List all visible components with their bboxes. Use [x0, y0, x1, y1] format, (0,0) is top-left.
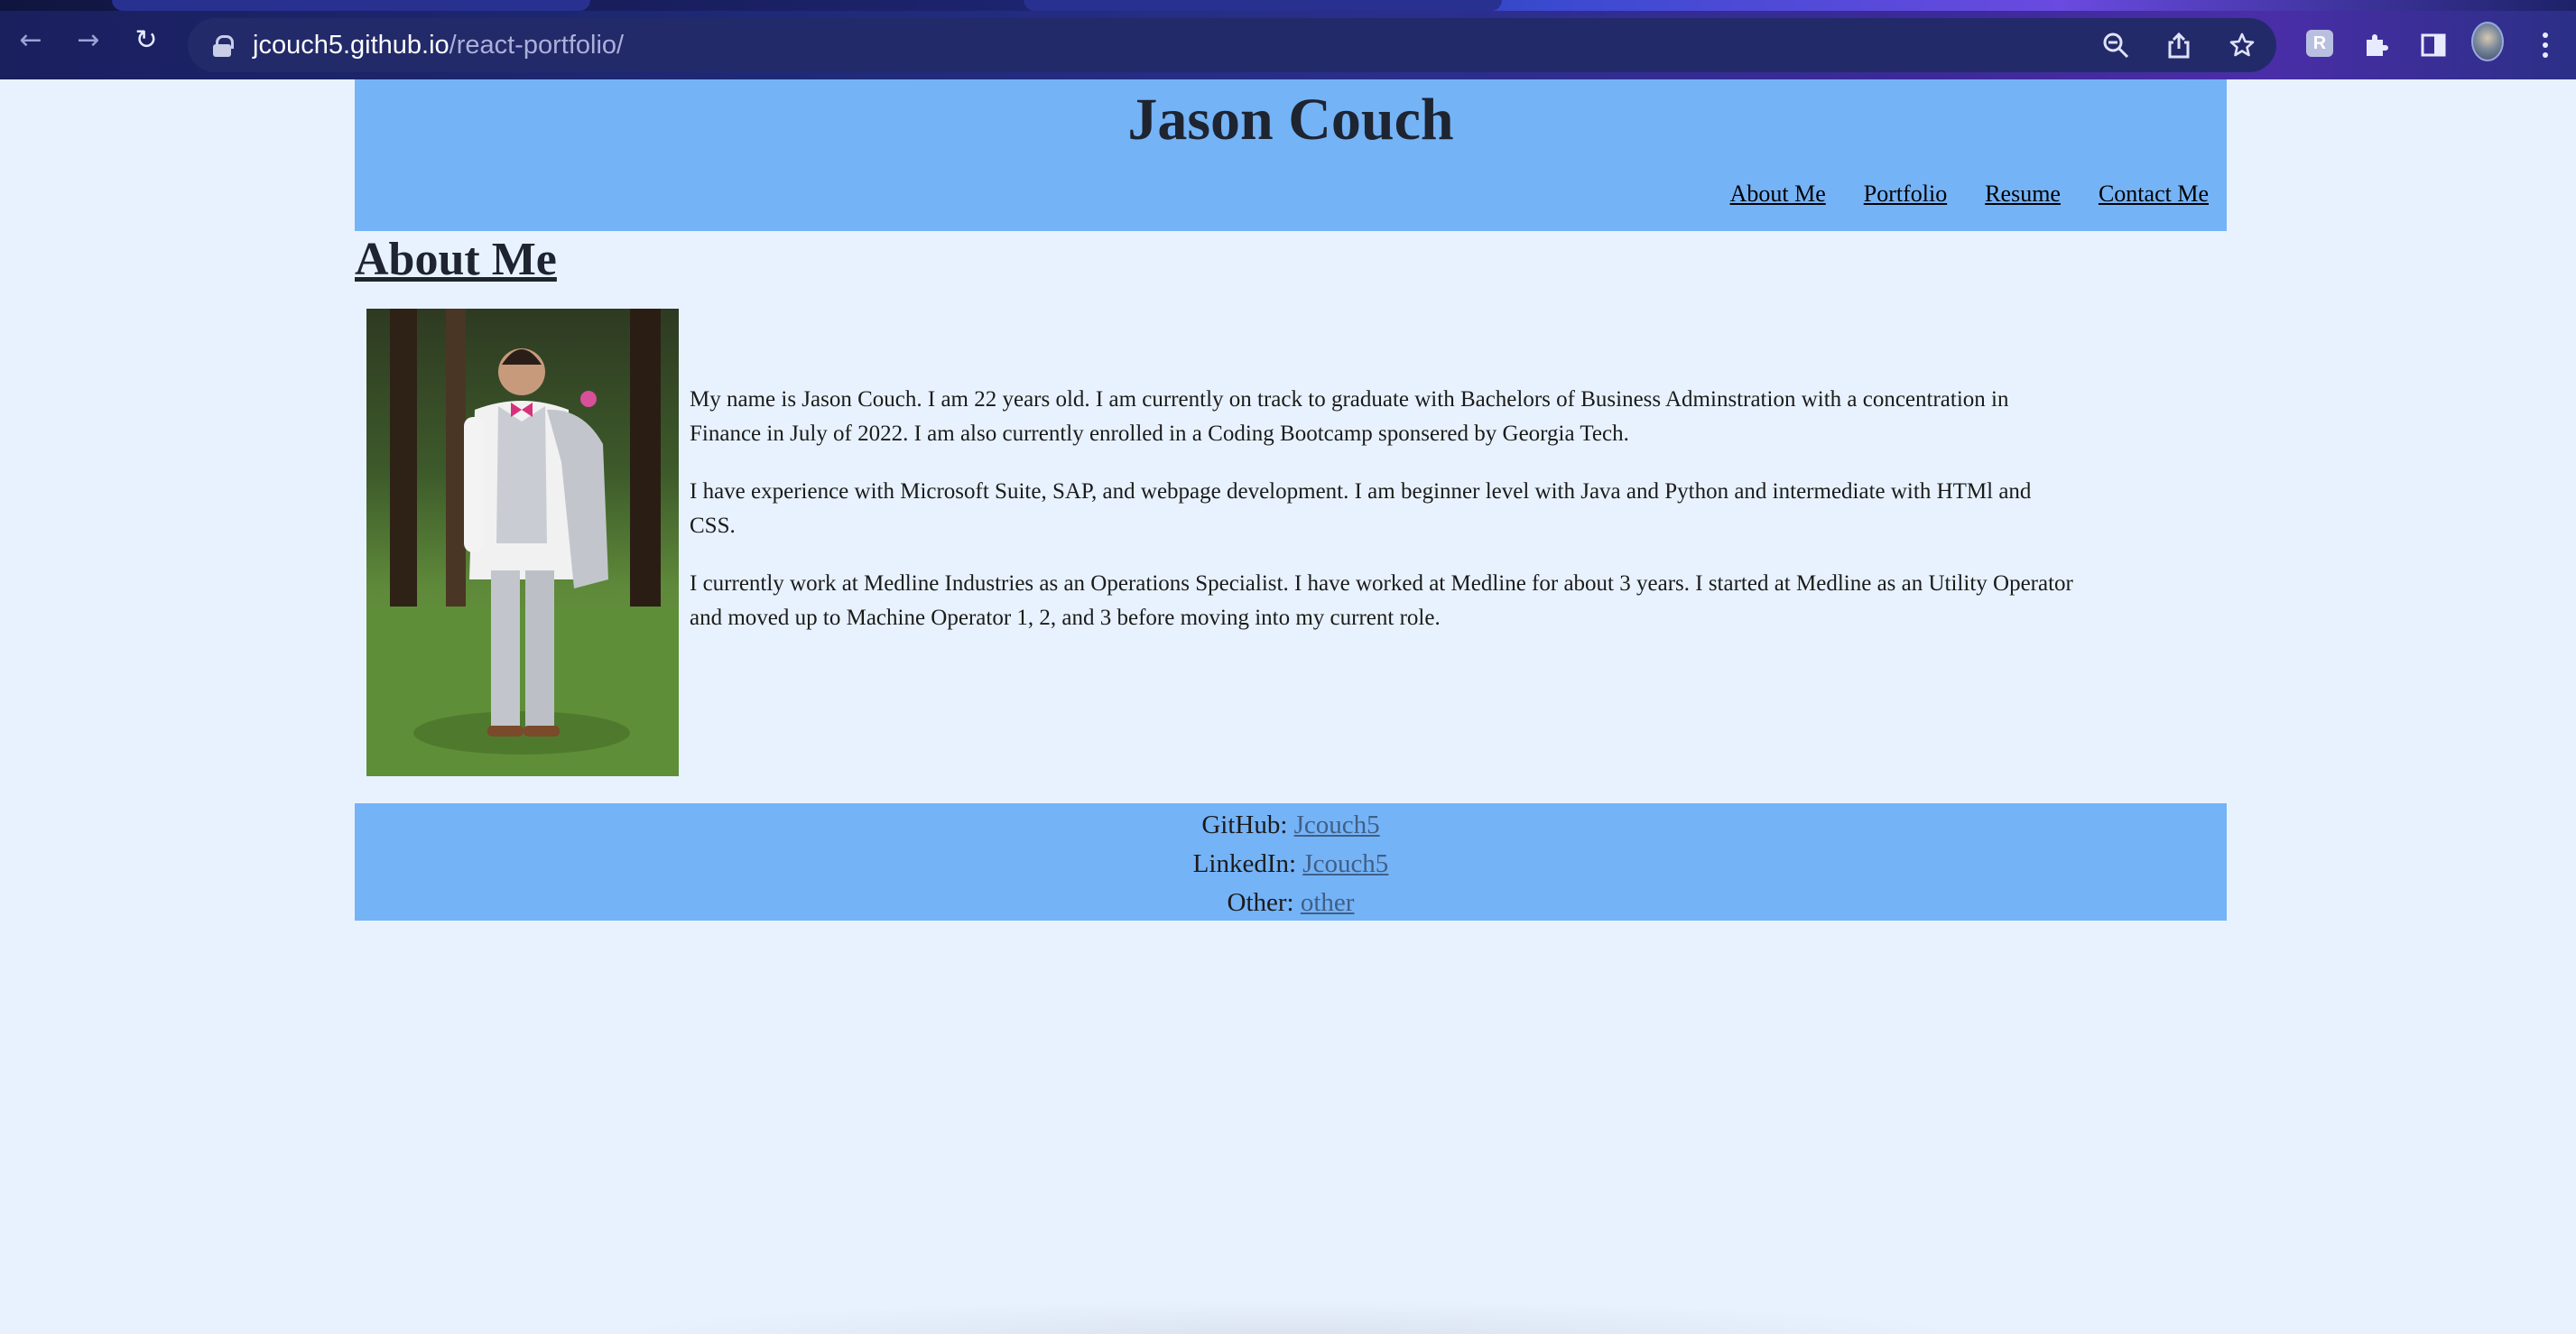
menu-icon[interactable] [2529, 29, 2562, 61]
section-heading: About Me [355, 234, 557, 285]
star-icon[interactable] [2226, 29, 2258, 61]
nav-portfolio[interactable]: Portfolio [1864, 181, 1947, 208]
linkedin-link[interactable]: Jcouch5 [1302, 849, 1388, 878]
nav-contact-me[interactable]: Contact Me [2099, 181, 2209, 208]
tab[interactable] [112, 0, 590, 11]
nav-about-me[interactable]: About Me [1730, 181, 1826, 208]
tab[interactable] [1024, 0, 1502, 11]
footer-github-label: GitHub: [1201, 811, 1294, 839]
footer-github: GitHub: Jcouch5 [355, 806, 2227, 845]
github-link[interactable]: Jcouch5 [1294, 811, 1380, 839]
forward-icon[interactable]: → [72, 23, 105, 56]
share-icon[interactable] [2163, 29, 2195, 61]
lock-icon[interactable] [213, 35, 234, 57]
url-text[interactable]: jcouch5.github.io/react-portfolio/ [253, 31, 624, 60]
site-header: Jason Couch About Me Portfolio Resume Co… [355, 79, 2227, 231]
zoom-icon[interactable] [2099, 29, 2132, 61]
browser-toolbar: ← → ↻ jcouch5.github.io/react-portfolio/… [0, 0, 2576, 79]
footer-other: Other: other [355, 884, 2227, 922]
address-bar[interactable]: jcouch5.github.io/react-portfolio/ [188, 18, 2276, 72]
side-panel-icon[interactable] [2417, 29, 2450, 61]
extension-badge: R [2306, 30, 2333, 57]
url-host: jcouch5.github.io [253, 30, 449, 60]
profile-photo [366, 309, 679, 776]
bio-paragraph: My name is Jason Couch. I am 22 years ol… [690, 387, 2009, 446]
bio-text: My name is Jason Couch. I am 22 years ol… [690, 383, 2080, 659]
back-icon[interactable]: ← [14, 23, 47, 56]
url-path: /react-portfolio/ [449, 30, 625, 60]
footer-linkedin: LinkedIn: Jcouch5 [355, 845, 2227, 884]
footer-other-label: Other: [1227, 888, 1301, 917]
site-footer: GitHub: Jcouch5 LinkedIn: Jcouch5 Other:… [355, 803, 2227, 921]
other-link[interactable]: other [1301, 888, 1355, 917]
nav-resume[interactable]: Resume [1985, 181, 2061, 208]
bio-paragraph: I have experience with Microsoft Suite, … [690, 479, 2032, 538]
reload-icon[interactable]: ↻ [130, 23, 162, 56]
site-title: Jason Couch [1127, 87, 1454, 153]
page-container: Jason Couch About Me Portfolio Resume Co… [355, 79, 2227, 921]
site-nav: About Me Portfolio Resume Contact Me [1730, 181, 2209, 208]
bio-paragraph: I currently work at Medline Industries a… [690, 571, 2073, 630]
page-shadow [596, 1300, 1986, 1334]
about-section: My name is Jason Couch. I am 22 years ol… [355, 289, 2227, 776]
extensions-icon[interactable] [2359, 29, 2392, 61]
extension-icon[interactable]: R [2303, 27, 2336, 60]
footer-linkedin-label: LinkedIn: [1192, 849, 1303, 878]
avatar [2471, 22, 2504, 61]
profile-avatar[interactable] [2471, 22, 2504, 61]
